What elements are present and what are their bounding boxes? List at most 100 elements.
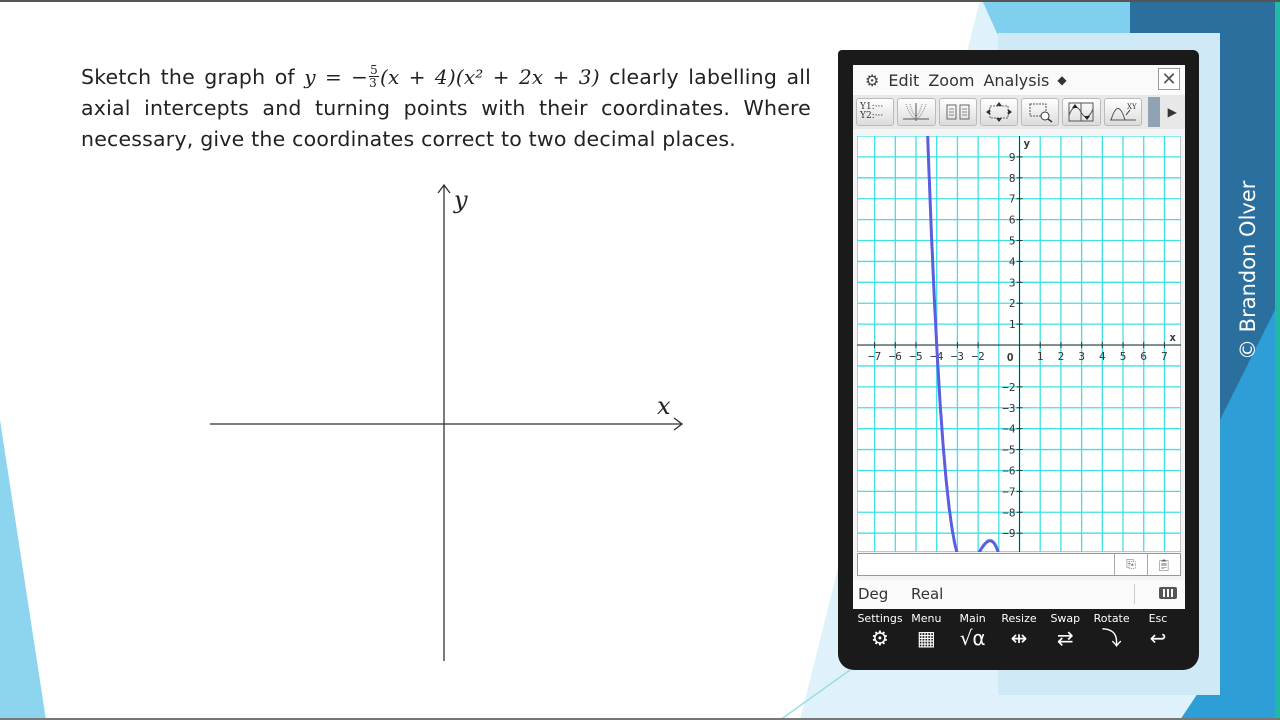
- return-arrow-icon: ↩: [1149, 626, 1167, 650]
- x-tick-label: 4: [1099, 350, 1106, 363]
- y-tick-label: 4: [1009, 255, 1016, 268]
- y-tick-label: −3: [1002, 402, 1015, 415]
- x-tick-label: −5: [909, 350, 922, 363]
- close-button[interactable]: ✕: [1158, 68, 1180, 90]
- play-right-icon: ▶: [1167, 105, 1177, 119]
- diamond-menu-icon[interactable]: ◆: [1057, 73, 1066, 87]
- split-view-button[interactable]: [1062, 98, 1101, 126]
- bg-teal-edge: [1275, 0, 1280, 720]
- sqrt-alpha-icon: √α: [959, 626, 986, 650]
- copy-icon[interactable]: ⎘: [1114, 554, 1147, 575]
- split-view-icon: [1068, 102, 1094, 122]
- x-tick-label: −3: [951, 350, 964, 363]
- gear-icon[interactable]: ⚙: [865, 71, 879, 90]
- equation-rhs: (x + 4)(x² + 2x + 3): [379, 65, 600, 89]
- equation: y = −5 3 (x + 4)(x² + 2x + 3): [304, 64, 600, 89]
- x-tick-label: −6: [889, 350, 902, 363]
- softkey-bar: Settings ⚙ Menu ▦ Main √α Resize ⇹ Swap ⇄ Rot…: [853, 612, 1185, 662]
- pan-arrows-icon: [985, 102, 1012, 122]
- svg-text:XY: XY: [1127, 103, 1137, 111]
- battery-icon: [1159, 587, 1177, 599]
- sketch-axes: x y: [210, 183, 684, 661]
- y-tick-label: 9: [1009, 151, 1016, 164]
- swap-icon: ⇄: [1056, 626, 1074, 650]
- graph-editor-button[interactable]: Y1:··· Y2:···: [856, 98, 895, 126]
- copyright-watermark: © Brandon Olver: [1236, 180, 1260, 360]
- softkey-label: Main: [959, 612, 986, 625]
- softkey-main[interactable]: Main √α: [950, 612, 996, 662]
- status-bar: Deg Real: [853, 580, 1185, 609]
- table-button[interactable]: [938, 98, 977, 126]
- softkey-resize[interactable]: Resize ⇹: [996, 612, 1042, 662]
- trace-icon: XY: [1109, 103, 1137, 121]
- pan-button[interactable]: [979, 98, 1019, 126]
- x-tick-label: −7: [868, 350, 881, 363]
- y-tick-label: −6: [1002, 464, 1015, 477]
- graph-window[interactable]: −7 −6 −5 −4 −3 −2 1 2 3 4 5 6 7123456789−2−3−4−5−6−7…: [857, 136, 1181, 552]
- y-tick-label: 1: [1009, 318, 1016, 331]
- resize-icon: ⇹: [1010, 626, 1028, 650]
- y-tick-label: −5: [1002, 444, 1015, 457]
- y-tick-label: 7: [1009, 193, 1016, 206]
- y-tick-label: 8: [1009, 172, 1016, 185]
- equation-lhs: y = −: [304, 65, 369, 89]
- bg-left-wedge: [0, 420, 46, 720]
- graph-editor-line2: Y2:···: [860, 111, 884, 121]
- toolbar-next-button[interactable]: ▶: [1160, 98, 1185, 126]
- trace-button[interactable]: XY: [1103, 98, 1142, 126]
- sketch-x-label: x: [657, 392, 671, 420]
- question-text: Sketch the graph of y = −5 3 (x + 4)(x² + …: [81, 62, 811, 155]
- gear-icon: ⚙: [871, 626, 889, 650]
- rotate-icon: ⤵: [1101, 626, 1122, 650]
- calculator-menubar: ⚙ Edit Zoom Analysis ◆ ✕: [853, 65, 1185, 95]
- y-tick-label: 6: [1009, 214, 1016, 227]
- x-tick-label: 6: [1140, 350, 1147, 363]
- graph-family-button[interactable]: [897, 98, 936, 126]
- softkey-esc[interactable]: Esc ↩: [1135, 612, 1181, 662]
- softkey-label: Menu: [911, 612, 942, 625]
- softkey-label: Resize: [1001, 612, 1037, 625]
- origin-label: O: [1007, 351, 1014, 364]
- menu-edit[interactable]: Edit: [888, 71, 919, 90]
- y-tick-label: −4: [1002, 423, 1016, 436]
- graph-family-icon: [903, 103, 930, 121]
- close-icon: ✕: [1161, 68, 1177, 90]
- message-bar[interactable]: ⎘ 📋︎: [857, 553, 1181, 576]
- x-tick-label: 3: [1078, 350, 1085, 363]
- softkey-rotate[interactable]: Rotate ⤵: [1089, 612, 1135, 662]
- fraction: 53: [369, 64, 379, 89]
- x-tick-label: 7: [1161, 350, 1168, 363]
- x-tick-label: −2: [971, 350, 984, 363]
- zoom-box-button[interactable]: [1021, 98, 1060, 126]
- number-mode[interactable]: Real: [911, 585, 943, 603]
- top-edge: [0, 0, 1280, 2]
- fraction-denominator: 3: [369, 76, 377, 90]
- softkey-label: Rotate: [1093, 612, 1130, 625]
- graph-y-axis-label: y: [1024, 137, 1031, 150]
- y-tick-label: 3: [1009, 276, 1016, 289]
- softkey-settings[interactable]: Settings ⚙: [857, 612, 903, 662]
- x-tick-label: 1: [1037, 350, 1044, 363]
- menu-analysis[interactable]: Analysis: [983, 71, 1049, 90]
- x-tick-label: 5: [1120, 350, 1127, 363]
- angle-mode[interactable]: Deg: [858, 585, 888, 603]
- toolbar-scrollbar[interactable]: [1147, 97, 1160, 127]
- softkey-label: Settings: [857, 612, 903, 625]
- grid-menu-icon: ▦: [916, 626, 936, 650]
- paste-icon[interactable]: 📋︎: [1147, 554, 1180, 575]
- softkey-label: Swap: [1050, 612, 1081, 625]
- question-intro: Sketch the graph of: [81, 65, 305, 89]
- y-tick-label: −8: [1002, 506, 1015, 519]
- menu-zoom[interactable]: Zoom: [928, 71, 974, 90]
- table-icon: [946, 104, 970, 120]
- status-separator: [1134, 584, 1135, 604]
- softkey-menu[interactable]: Menu ▦: [903, 612, 949, 662]
- softkey-swap[interactable]: Swap ⇄: [1042, 612, 1088, 662]
- y-tick-label: −9: [1002, 527, 1015, 540]
- y-tick-label: 5: [1009, 235, 1016, 248]
- x-tick-label: 2: [1058, 350, 1065, 363]
- graph-x-axis-label: x: [1169, 331, 1176, 344]
- sketch-y-label: y: [453, 186, 468, 214]
- calculator-toolbar: Y1:··· Y2:··· XY ▶: [853, 95, 1185, 129]
- y-tick-label: 2: [1009, 297, 1016, 310]
